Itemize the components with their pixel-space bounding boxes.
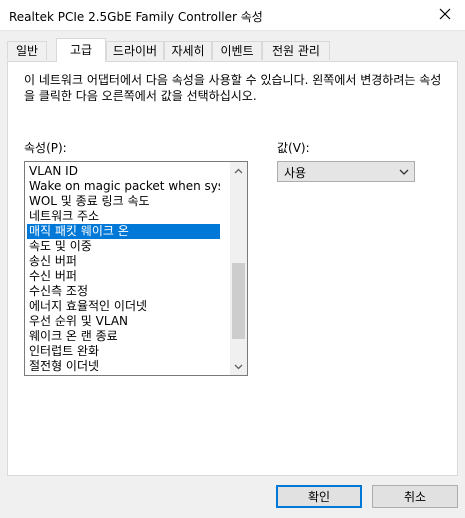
list-item[interactable]: 우선 순위 및 VLAN [27, 314, 220, 329]
list-item[interactable]: Wake on magic packet when system [27, 179, 220, 194]
property-listbox[interactable]: VLAN ID Wake on magic packet when system… [24, 161, 248, 376]
tab-driver[interactable]: 드라이버 [106, 41, 164, 60]
list-item[interactable]: 네트워크 주소 [27, 209, 220, 224]
property-label: 속성(P): [24, 141, 67, 155]
tab-power-management[interactable]: 전원 관리 [262, 41, 330, 60]
cancel-button[interactable]: 취소 [372, 485, 458, 508]
value-label: 값(V): [277, 141, 310, 155]
list-item[interactable]: WOL 및 종료 링크 속도 [27, 194, 220, 209]
title-bar: Realtek PCIe 2.5GbE Family Controller 속성 [0, 0, 465, 31]
tab-advanced[interactable]: 고급 [56, 38, 106, 62]
scroll-thumb[interactable] [232, 263, 245, 339]
advanced-panel: 이 네트워크 어댑터에서 다음 속성을 사용할 수 있습니다. 왼쪽에서 변경하… [7, 61, 458, 476]
tab-general[interactable]: 일반 [7, 41, 47, 60]
value-dropdown[interactable]: 사용 [277, 161, 415, 182]
list-item[interactable]: 속도 및 이중 [27, 239, 220, 254]
list-item[interactable]: 에너지 효율적인 이더넷 [27, 299, 220, 314]
list-item[interactable]: 송신 버퍼 [27, 254, 220, 269]
list-item[interactable]: 수신측 조정 [27, 284, 220, 299]
tab-label: 전원 관리 [272, 44, 320, 58]
list-item[interactable]: 인터럽트 완화 [27, 344, 220, 359]
tab-label: 드라이버 [112, 44, 158, 58]
chevron-down-icon [399, 169, 409, 175]
property-list: VLAN ID Wake on magic packet when system… [27, 164, 220, 374]
list-item[interactable]: VLAN ID [27, 164, 220, 179]
list-item[interactable]: 절전형 이더넷 [27, 359, 220, 374]
tab-label: 고급 [69, 43, 93, 57]
list-item[interactable]: 웨이크 온 랜 종료 [27, 329, 220, 344]
list-scrollbar[interactable] [230, 162, 247, 375]
tab-label: 이벤트 [220, 44, 254, 58]
close-icon[interactable] [437, 6, 453, 22]
tab-label: 일반 [15, 44, 39, 58]
window-title: Realtek PCIe 2.5GbE Family Controller 속성 [9, 10, 263, 24]
scroll-up-icon[interactable] [230, 162, 247, 179]
ok-button[interactable]: 확인 [276, 485, 362, 508]
tab-strip: 일반 고급 드라이버 자세히 이벤트 전원 관리 [7, 38, 458, 62]
tab-details[interactable]: 자세히 [164, 41, 212, 60]
dropdown-value: 사용 [284, 166, 307, 180]
description-text: 이 네트워크 어댑터에서 다음 속성을 사용할 수 있습니다. 왼쪽에서 변경하… [24, 73, 442, 103]
list-item-selected[interactable]: 매직 패킷 웨이크 온 [27, 224, 220, 239]
tab-label: 자세히 [171, 44, 205, 58]
list-item[interactable]: 수신 버퍼 [27, 269, 220, 284]
scroll-down-icon[interactable] [230, 358, 247, 375]
tab-events[interactable]: 이벤트 [212, 41, 262, 60]
